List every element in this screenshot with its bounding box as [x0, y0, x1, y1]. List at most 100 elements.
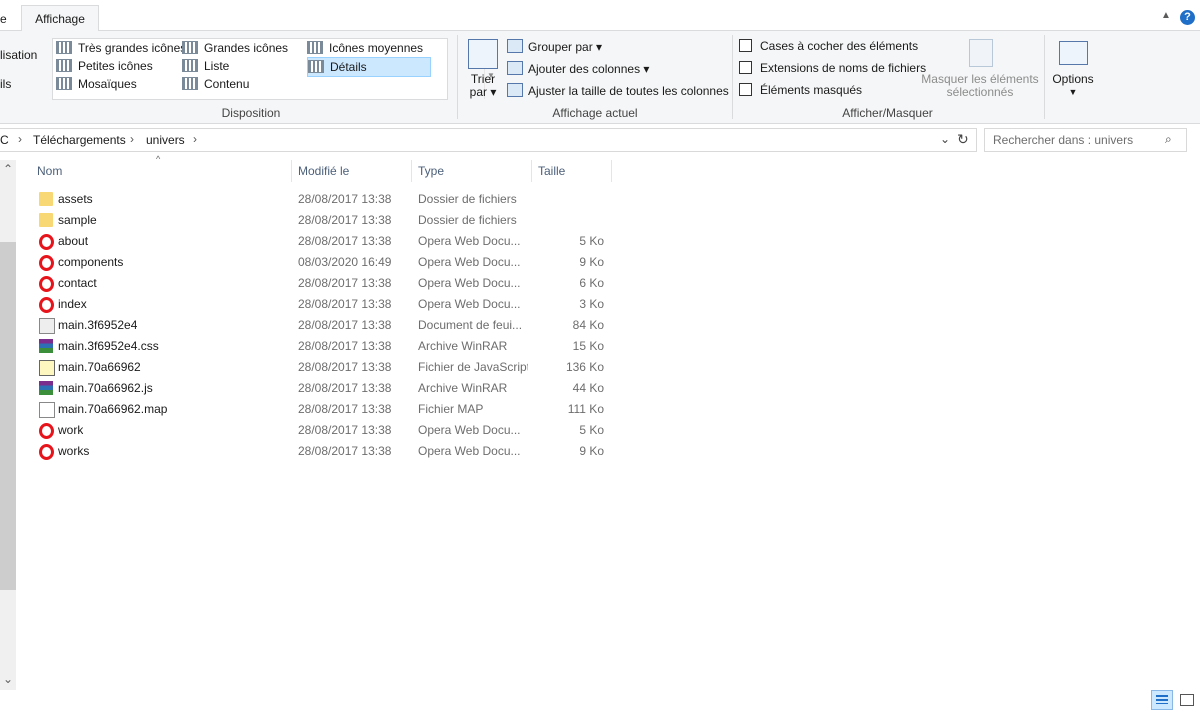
stylesheet-icon	[39, 318, 55, 334]
opera-icon	[39, 444, 54, 460]
fit-columns-icon	[507, 83, 523, 97]
extra-large-icons-icon	[56, 41, 72, 54]
ribbon-separator	[732, 35, 733, 119]
file-row[interactable]: main.70a66962.js 28/08/2017 13:38 Archive …	[33, 378, 613, 399]
layout-list[interactable]: Liste	[182, 57, 288, 75]
file-row[interactable]: main.3f6952e4 28/08/2017 13:38 Document de…	[33, 315, 613, 336]
ribbon-tab-bar: e Affichage ▲ ?	[0, 0, 1200, 31]
file-row[interactable]: sample 28/08/2017 13:38 Dossier de fichier…	[33, 210, 613, 231]
breadcrumb-this-pc[interactable]: C	[0, 133, 9, 147]
options-icon[interactable]	[1059, 41, 1088, 65]
file-row[interactable]: works 28/08/2017 13:38 Opera Web Docu... 9 …	[33, 441, 613, 462]
column-header-modified[interactable]: Modifié le	[292, 160, 412, 182]
sort-by-button[interactable]: Trier par ▾	[466, 73, 500, 99]
search-icon[interactable]: ⌕	[1165, 132, 1172, 147]
hide-selected-button[interactable]: Masquer les éléments sélectionnés	[920, 73, 1040, 99]
checkbox-item-checkboxes[interactable]: Cases à cocher des éléments	[739, 39, 918, 53]
details-view-button[interactable]	[1151, 690, 1173, 710]
collapse-ribbon-icon[interactable]: ▲	[1159, 10, 1173, 24]
group-label-afficher-masquer: Afficher/Masquer	[842, 106, 933, 120]
layout-medium-icons[interactable]: Icônes moyennes	[307, 39, 431, 57]
layout-content[interactable]: Contenu	[182, 75, 288, 93]
breadcrumb-univers[interactable]: univers	[146, 133, 185, 147]
group-by-icon	[507, 39, 523, 53]
checkbox-hidden-items[interactable]: Éléments masqués	[739, 83, 862, 97]
opera-icon	[39, 276, 54, 292]
javascript-file-icon	[39, 360, 55, 376]
group-label-affichage-actuel: Affichage actuel	[552, 106, 638, 120]
file-row[interactable]: contact 28/08/2017 13:38 Opera Web Docu...…	[33, 273, 613, 294]
hide-selected-icon	[969, 39, 993, 67]
opera-icon	[39, 423, 54, 439]
group-by-button[interactable]: Grouper par ▾	[507, 39, 602, 54]
checkbox-unchecked[interactable]	[739, 39, 752, 52]
scroll-down-icon[interactable]: ⌄	[3, 672, 13, 686]
large-icons-icon	[182, 41, 198, 54]
add-columns-icon	[507, 61, 523, 75]
file-row[interactable]: main.3f6952e4.css 28/08/2017 13:38 Archive…	[33, 336, 613, 357]
options-button[interactable]: Options ▼	[1048, 73, 1098, 99]
checkbox-file-extensions[interactable]: Extensions de noms de fichiers	[739, 61, 926, 75]
layout-gallery: Très grandes icônes Petites icônes Mosaï…	[52, 38, 495, 100]
opera-icon	[39, 255, 54, 271]
folder-icon	[39, 213, 53, 227]
search-input[interactable]: Rechercher dans : univers ⌕	[984, 128, 1187, 152]
checkbox-unchecked[interactable]	[739, 83, 752, 96]
checkbox-unchecked[interactable]	[739, 61, 752, 74]
small-icons-icon	[56, 59, 72, 72]
ribbon-partial-label-1[interactable]: lisation	[0, 48, 37, 62]
opera-icon	[39, 297, 54, 313]
scroll-up-icon[interactable]: ⌃	[3, 162, 13, 176]
ribbon-partial-label-2[interactable]: ils	[0, 77, 11, 91]
winrar-icon	[39, 381, 53, 395]
ribbon-separator	[1044, 35, 1045, 119]
group-label-disposition: Disposition	[221, 106, 281, 120]
address-dropdown-icon[interactable]: ⌄	[940, 132, 950, 146]
opera-icon	[39, 234, 54, 250]
fit-columns-button[interactable]: Ajuster la taille de toutes les colonnes	[507, 83, 729, 98]
chevron-right-icon[interactable]: ›	[18, 132, 22, 146]
file-row[interactable]: index 28/08/2017 13:38 Opera Web Docu... 3 …	[33, 294, 613, 315]
folder-icon	[39, 192, 53, 206]
column-header-type[interactable]: Type	[412, 160, 532, 182]
ribbon-separator	[457, 35, 458, 119]
file-row[interactable]: components 08/03/2020 16:49 Opera Web Docu…	[33, 252, 613, 273]
tab-partial[interactable]: e	[0, 12, 7, 26]
ribbon: lisation ils Très grandes icônes Petites…	[0, 31, 1200, 124]
large-icons-view-button[interactable]	[1176, 690, 1196, 708]
file-row[interactable]: main.70a66962.map 28/08/2017 13:38 Fichier…	[33, 399, 613, 420]
nav-pane-scrollbar[interactable]: ⌃ ⌄	[0, 160, 16, 690]
details-icon	[308, 60, 324, 73]
chevron-right-icon[interactable]: ›	[193, 132, 197, 146]
layout-large-icons[interactable]: Grandes icônes	[182, 39, 288, 57]
add-columns-button[interactable]: Ajouter des colonnes ▾	[507, 61, 649, 76]
tiles-icon	[56, 77, 72, 90]
nav-pane-scroll-thumb[interactable]	[0, 242, 16, 590]
sort-icon[interactable]	[468, 39, 498, 69]
address-bar[interactable]: C › Téléchargements › univers › ⌄ ↻	[0, 128, 977, 152]
chevron-right-icon[interactable]: ›	[130, 132, 134, 146]
refresh-icon[interactable]: ↻	[957, 131, 969, 148]
file-row[interactable]: assets 28/08/2017 13:38 Dossier de fichier…	[33, 189, 613, 210]
help-icon[interactable]: ?	[1180, 10, 1195, 25]
layout-extra-large-icons[interactable]: Très grandes icônes	[56, 39, 186, 57]
column-header-name[interactable]: Nom	[31, 160, 292, 182]
blank-file-icon	[39, 402, 55, 418]
layout-small-icons[interactable]: Petites icônes	[56, 57, 186, 75]
medium-icons-icon	[307, 41, 323, 54]
file-row[interactable]: work 28/08/2017 13:38 Opera Web Docu... 5 K…	[33, 420, 613, 441]
file-row[interactable]: main.70a66962 28/08/2017 13:38 Fichier de …	[33, 357, 613, 378]
layout-tiles[interactable]: Mosaïques	[56, 75, 186, 93]
layout-details[interactable]: Détails	[307, 57, 431, 77]
options-dropdown-icon: ▼	[1068, 87, 1078, 97]
file-row[interactable]: about 28/08/2017 13:38 Opera Web Docu... 5 …	[33, 231, 613, 252]
search-placeholder: Rechercher dans : univers	[993, 133, 1134, 147]
tab-affichage[interactable]: Affichage	[21, 5, 99, 31]
list-icon	[182, 59, 198, 72]
content-icon	[182, 77, 198, 90]
column-header-size[interactable]: Taille	[532, 160, 612, 182]
details-view-icon	[1156, 695, 1168, 704]
winrar-icon	[39, 339, 53, 353]
breadcrumb-telechargements[interactable]: Téléchargements	[33, 133, 126, 147]
large-icons-view-icon	[1180, 694, 1194, 706]
